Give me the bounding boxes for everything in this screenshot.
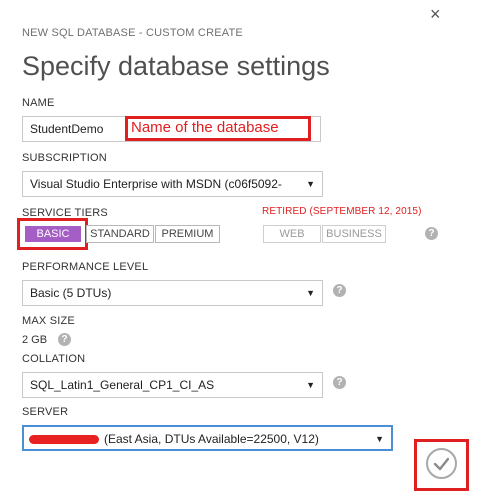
tier-web-button: WEB (263, 225, 321, 243)
redacted-server-name (29, 435, 99, 444)
checkmark-icon (433, 457, 450, 471)
performance-help-icon[interactable]: ? (333, 284, 346, 297)
max-size-value: 2 GB (22, 334, 48, 346)
dialog-subtitle: NEW SQL DATABASE - CUSTOM CREATE (22, 27, 243, 39)
collation-value: SQL_Latin1_General_CP1_CI_AS (30, 378, 215, 392)
name-annotation-box: Name of the database (125, 116, 311, 141)
performance-level-label: PERFORMANCE LEVEL (22, 261, 149, 273)
server-label: SERVER (22, 406, 69, 418)
max-size-help-icon[interactable]: ? (58, 333, 71, 346)
collation-label: COLLATION (22, 353, 86, 365)
tier-business-button: BUSINESS (322, 225, 386, 243)
tier-standard-button[interactable]: STANDARD (86, 225, 154, 243)
tier-premium-button[interactable]: PREMIUM (155, 225, 220, 243)
service-tiers-help-icon[interactable]: ? (425, 227, 438, 240)
database-name-value: StudentDemo (30, 122, 104, 136)
name-label: NAME (22, 97, 55, 109)
chevron-down-icon: ▼ (306, 288, 315, 298)
collation-select[interactable]: SQL_Latin1_General_CP1_CI_AS ▼ (22, 372, 323, 398)
chevron-down-icon: ▼ (375, 434, 384, 444)
server-value: (East Asia, DTUs Available=22500, V12) (104, 432, 319, 446)
server-select[interactable]: (East Asia, DTUs Available=22500, V12) ▼ (22, 425, 393, 451)
close-icon[interactable]: × (430, 4, 441, 24)
collation-help-icon[interactable]: ? (333, 376, 346, 389)
performance-level-select[interactable]: Basic (5 DTUs) ▼ (22, 280, 323, 306)
chevron-down-icon: ▼ (306, 380, 315, 390)
performance-level-value: Basic (5 DTUs) (30, 286, 112, 300)
subscription-value: Visual Studio Enterprise with MSDN (c06f… (30, 177, 282, 191)
complete-button[interactable] (426, 448, 457, 479)
chevron-down-icon: ▼ (306, 179, 315, 189)
retired-tiers-label: RETIRED (SEPTEMBER 12, 2015) (262, 206, 422, 217)
complete-annotation-box (414, 439, 469, 491)
name-annotation-text: Name of the database (131, 119, 279, 136)
max-size-label: MAX SIZE (22, 315, 75, 327)
subscription-label: SUBSCRIPTION (22, 152, 107, 164)
page-title: Specify database settings (22, 51, 330, 81)
subscription-select[interactable]: Visual Studio Enterprise with MSDN (c06f… (22, 171, 323, 197)
tier-basic-button[interactable]: BASIC (24, 225, 82, 243)
